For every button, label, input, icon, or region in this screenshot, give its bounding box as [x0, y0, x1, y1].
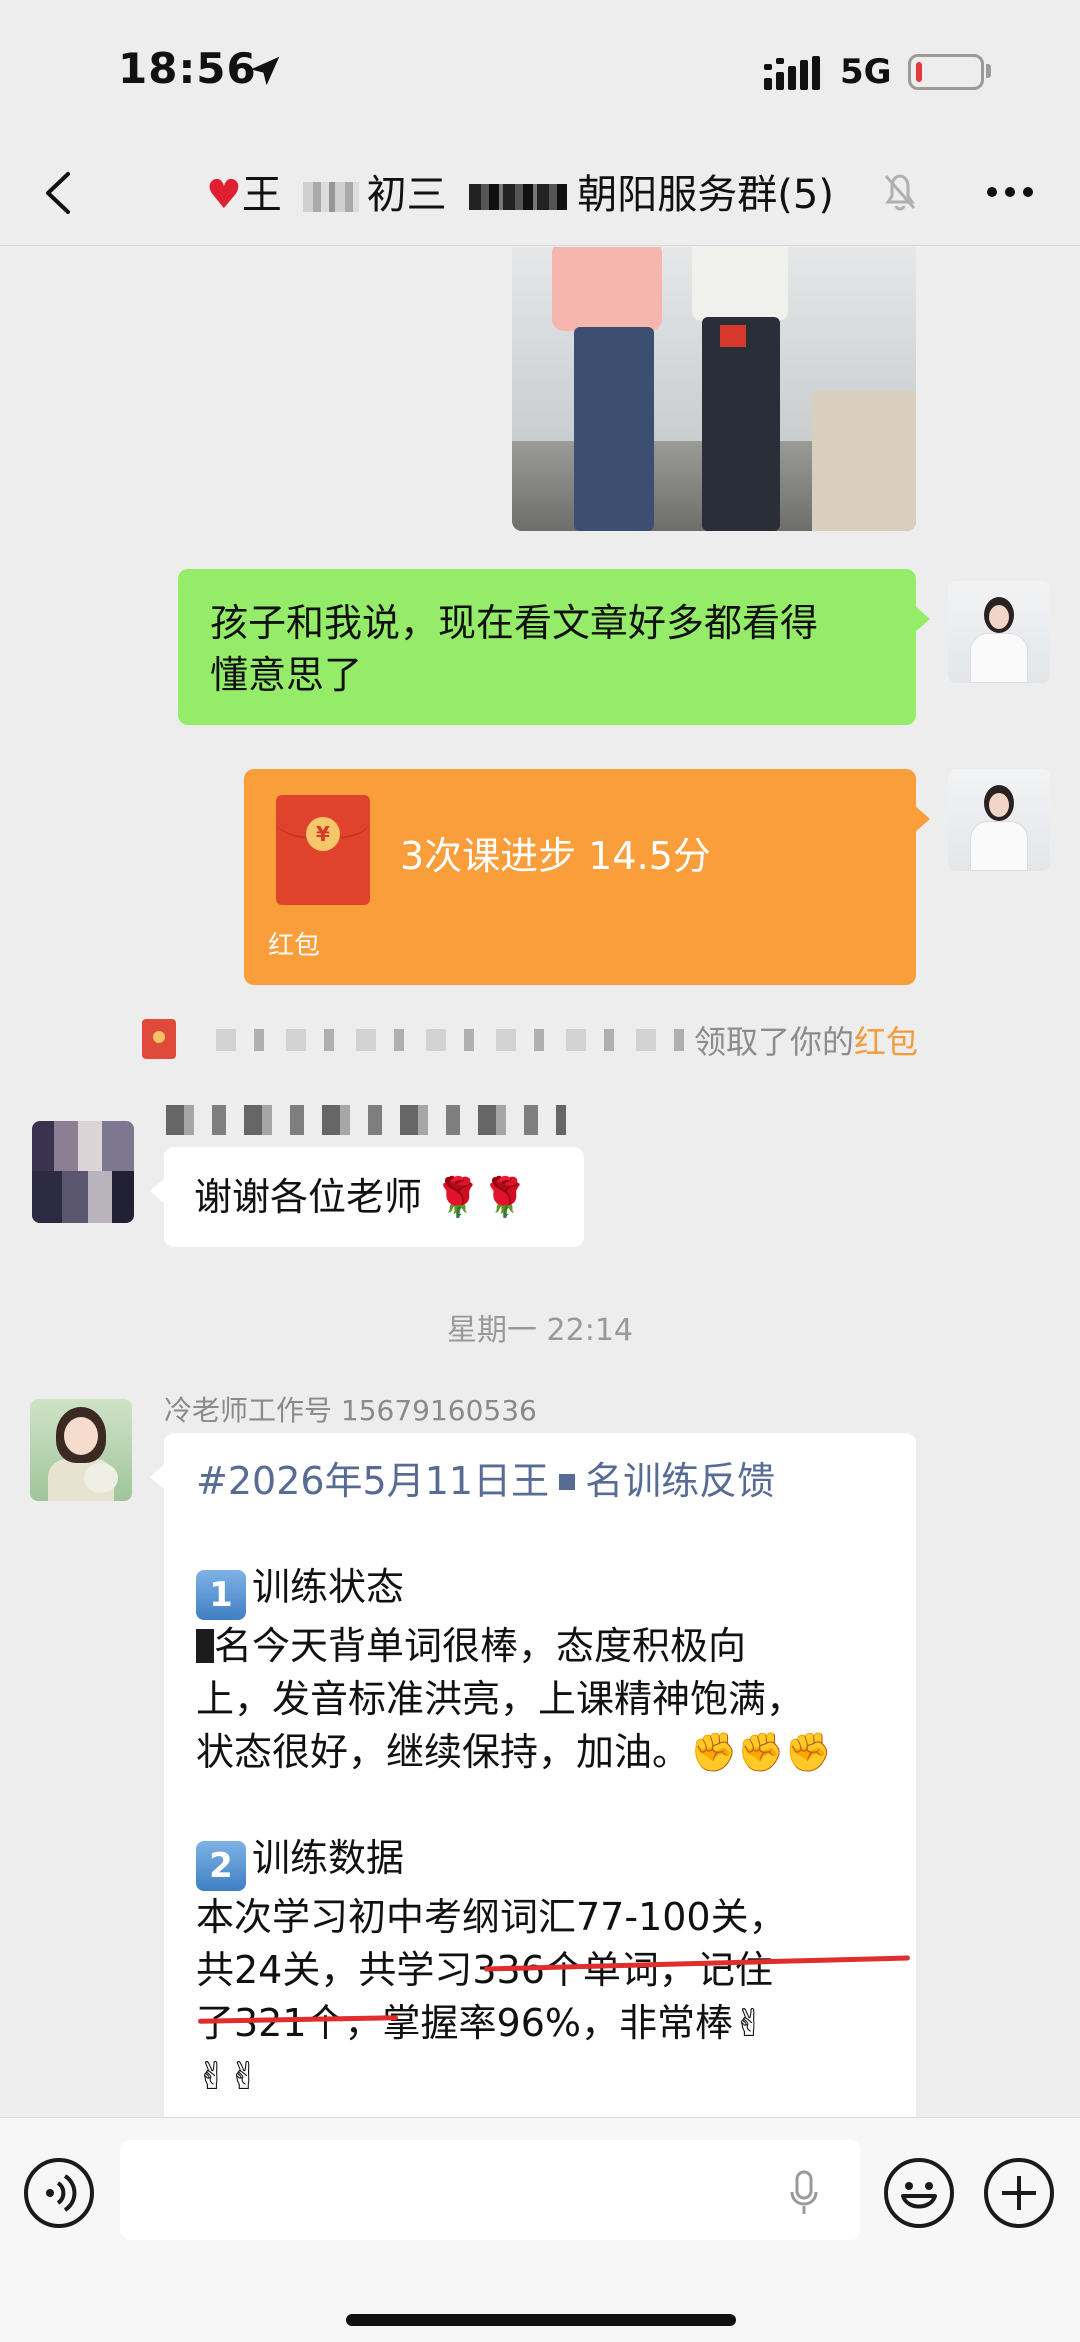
message-line: 懂意思了 — [210, 653, 363, 697]
report-title-a: #2026年5月11日王 — [196, 1459, 550, 1503]
chat-title-prefix: 王 — [241, 172, 282, 218]
photo-person-1-legs — [574, 327, 654, 531]
section-2-line: 了321个，掌握率96%，非常棒✌ — [196, 2001, 765, 2045]
signal-icon — [764, 56, 820, 90]
yuan-coin-icon: ¥ — [306, 817, 340, 851]
section-1-text: 名今天背单词很棒，态度积极向 — [214, 1624, 747, 1668]
thanks-text: 谢谢各位老师 — [194, 1175, 423, 1219]
status-bar: 18:56 5G — [0, 0, 1080, 140]
teacher-avatar[interactable] — [30, 1399, 132, 1501]
keycap-2-icon: 2 — [196, 1841, 246, 1891]
section-1-line: 名今天背单词很棒，态度积极向 — [196, 1620, 884, 1673]
plus-sign-icon — [1002, 2176, 1036, 2210]
battery-icon — [908, 54, 984, 90]
red-packet-label: 红包 — [268, 931, 321, 961]
keycap-1-icon: 1 — [196, 1570, 246, 1620]
system-text-body: 领取了你的 — [694, 1023, 855, 1061]
redacted-name — [196, 1629, 214, 1663]
redacted-name — [216, 1029, 686, 1051]
message-input[interactable] — [120, 2140, 860, 2240]
smiley-face-icon — [901, 2182, 937, 2209]
redacted-school — [469, 184, 568, 210]
photo-desk — [812, 391, 916, 531]
bubble-tail — [914, 805, 930, 833]
red-packet-title: 3次课进步 14.5分 — [400, 834, 711, 878]
member-avatar[interactable] — [32, 1121, 134, 1223]
red-packet-link[interactable]: 红包 — [854, 1023, 918, 1061]
redacted-name — [559, 1474, 576, 1490]
photo-person-1 — [552, 247, 662, 331]
section-2-line: 共24关，共学习336个单词，记住 — [196, 1948, 773, 1992]
redacted-name — [302, 182, 359, 212]
photo-person-2-legs — [702, 317, 780, 531]
battery-level — [916, 62, 922, 82]
redacted-sender-name — [166, 1105, 566, 1135]
red-packet-icon: ¥ — [276, 795, 370, 905]
rose-emoji: 🌹🌹 — [434, 1175, 529, 1219]
nav-bar: ♥王 初三 朝阳服务群(5) — [0, 140, 1080, 246]
self-avatar[interactable] — [948, 769, 1050, 871]
section-1-title: 训练状态 — [252, 1565, 405, 1609]
bubble-tail — [914, 605, 930, 633]
message-line: 孩子和我说，现在看文章好多都看得 — [210, 601, 819, 645]
bubble-tail — [150, 1177, 166, 1205]
system-message: 领取了你的红包 — [142, 1015, 962, 1065]
self-avatar[interactable] — [948, 581, 1050, 683]
chat-title-suffix: 朝阳服务群(5) — [577, 172, 834, 218]
avatar-face — [64, 1417, 98, 1455]
avatar-face — [989, 793, 1009, 817]
avatar-flowers — [84, 1463, 118, 1493]
input-bar — [0, 2117, 1080, 2342]
section-1-line: 上，发音标准洪亮，上课精神饱满， — [196, 1677, 805, 1721]
report-bubble[interactable]: #2026年5月11日王 名训练反馈 1 训练状态 名今天背单词很棒，态度积极向 上… — [150, 1433, 916, 2117]
bubble-tail — [150, 1463, 166, 1491]
home-indicator — [346, 2314, 736, 2326]
avatar-body — [970, 633, 1028, 683]
self-text-bubble[interactable]: 孩子和我说，现在看文章好多都看得 懂意思了 — [178, 569, 930, 725]
report-title: #2026年5月11日王 名训练反馈 — [196, 1455, 884, 1508]
voice-waves-icon — [46, 2174, 77, 2212]
member-text-bubble[interactable]: 谢谢各位老师 🌹🌹 — [150, 1147, 584, 1247]
section-2-line: ✌✌ — [196, 2054, 260, 2098]
plus-icon[interactable] — [984, 2158, 1054, 2228]
location-arrow-icon — [250, 56, 280, 86]
section-2-heading: 2 训练数据 — [196, 1832, 884, 1891]
section-1-heading: 1 训练状态 — [196, 1561, 884, 1620]
voice-icon[interactable] — [24, 2158, 94, 2228]
avatar-body — [970, 821, 1028, 871]
avatar-pixels — [32, 1171, 134, 1223]
chat-area[interactable]: 孩子和我说，现在看文章好多都看得 懂意思了 ¥ 3次课进步 14.5分 红包 领… — [0, 247, 1080, 2117]
battery-nub — [986, 64, 991, 78]
section-2-line: 本次学习初中考纲词汇77-100关， — [196, 1895, 787, 1939]
chat-title-mid: 初三 — [366, 172, 447, 218]
photo-certificate — [720, 325, 746, 347]
microphone-icon[interactable] — [790, 2170, 818, 2216]
section-1-line: 状态很好，继续保持，加油。✊✊✊ — [196, 1730, 832, 1774]
red-packet-small-icon — [142, 1019, 176, 1059]
avatar-face — [989, 605, 1009, 629]
status-time: 18:56 — [118, 44, 257, 93]
back-icon[interactable] — [38, 168, 78, 218]
sender-name: 冷老师工作号 15679160536 — [164, 1394, 537, 1427]
red-packet-message[interactable]: ¥ 3次课进步 14.5分 红包 — [244, 769, 930, 985]
photo-message[interactable] — [512, 247, 916, 531]
emoji-icon[interactable] — [884, 2158, 954, 2228]
section-2-title: 训练数据 — [252, 1836, 405, 1880]
more-icon[interactable] — [984, 184, 1036, 200]
timestamp: 星期一 22:14 — [447, 1313, 633, 1348]
mute-bell-icon — [884, 174, 916, 211]
system-text: 领取了你的红包 — [694, 1017, 918, 1063]
photo-person-2 — [692, 247, 788, 321]
network-type: 5G — [840, 52, 892, 92]
chat-title[interactable]: ♥王 初三 朝阳服务群(5) — [206, 162, 834, 220]
report-title-b: 名训练反馈 — [585, 1459, 776, 1503]
heart-icon: ♥ — [206, 172, 242, 218]
